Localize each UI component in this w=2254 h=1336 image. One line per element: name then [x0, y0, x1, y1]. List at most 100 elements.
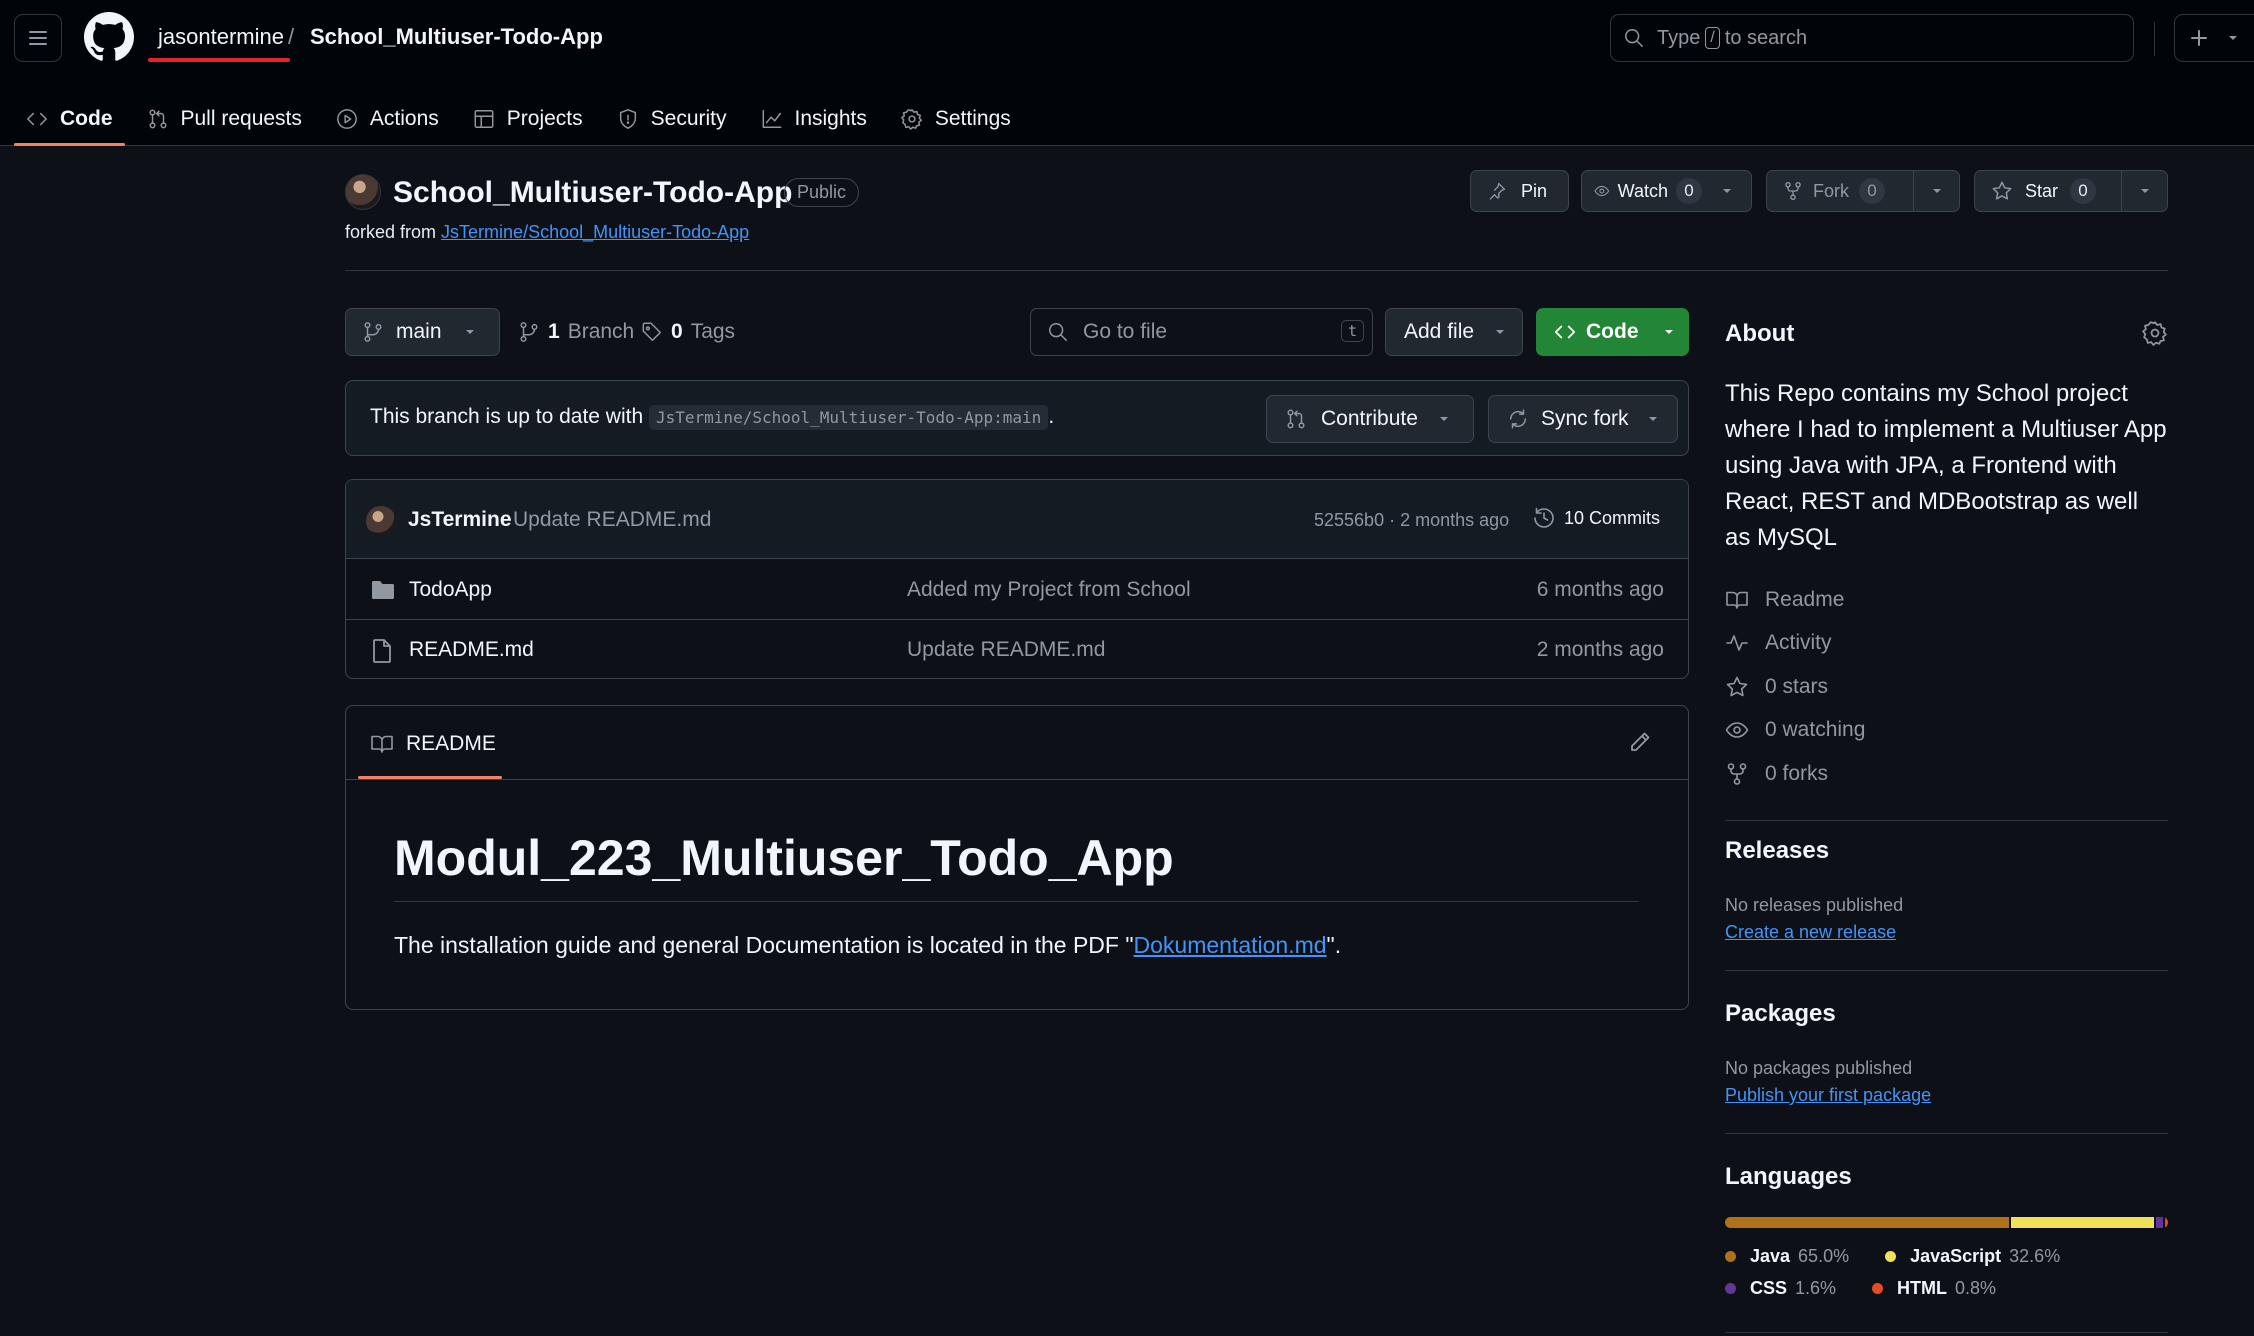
language-item-css[interactable]: CSS 1.6%: [1725, 1278, 1836, 1299]
fork-dropdown[interactable]: [1914, 185, 1959, 197]
tab-code[interactable]: Code: [14, 92, 125, 146]
sync-fork-button[interactable]: Sync fork: [1488, 395, 1678, 443]
triangle-down-icon: [2140, 189, 2149, 193]
about-description: This Repo contains my School project whe…: [1725, 380, 2167, 551]
sidebar-divider: [1725, 970, 2168, 971]
menu-button[interactable]: [14, 14, 62, 62]
triangle-down-icon: [1439, 417, 1448, 421]
releases-note: No releases published: [1725, 895, 1904, 915]
global-header: jasontermine / School_Multiuser-Todo-App…: [0, 0, 2254, 146]
tab-insights[interactable]: Insights: [749, 92, 879, 146]
branches-link[interactable]: 1 Branch: [518, 320, 634, 344]
readme-divider: [346, 779, 1688, 780]
commit-message-link[interactable]: Update README.md: [513, 508, 711, 532]
avatar[interactable]: [366, 506, 396, 536]
language-dot: [1885, 1251, 1897, 1262]
table-row[interactable]: TodoApp Added my Project from School 6 m…: [346, 560, 1688, 620]
publish-package-link[interactable]: Publish your first package: [1725, 1085, 1931, 1106]
repo-owner-avatar[interactable]: [345, 174, 381, 210]
about-stars-label: 0 stars: [1765, 674, 1829, 698]
create-new-button[interactable]: [2174, 14, 2254, 62]
releases-heading[interactable]: Releases: [1725, 837, 1829, 865]
star-dropdown[interactable]: [2122, 185, 2167, 197]
book-icon: [1726, 591, 1748, 609]
readme-tab[interactable]: README: [370, 732, 496, 756]
triangle-down-icon: [1496, 330, 1505, 334]
graph-icon: [762, 110, 781, 128]
branch-label: Branch: [567, 320, 635, 343]
branch-select-button[interactable]: main: [345, 308, 500, 356]
commit-author-link[interactable]: JsTermine: [408, 508, 512, 532]
packages-heading[interactable]: Packages: [1725, 1000, 1836, 1028]
language-item-html[interactable]: HTML 0.8%: [1872, 1278, 1996, 1299]
tab-settings[interactable]: Settings: [889, 92, 1023, 146]
file-browser: JsTermine Update README.md 52556b0 · 2 m…: [345, 479, 1689, 679]
folder-icon: [372, 581, 394, 599]
languages-legend-row-1: Java 65.0% JavaScript 32.6%: [1725, 1246, 2060, 1267]
contribute-label: Contribute: [1321, 407, 1418, 430]
title-divider: [345, 270, 2168, 271]
breadcrumb-owner-link[interactable]: jasontermine: [158, 24, 284, 50]
search-input[interactable]: Type / to search: [1610, 14, 2134, 62]
github-logo-icon[interactable]: [84, 12, 134, 62]
search-placeholder-prefix: Type: [1657, 26, 1701, 49]
pencil-icon[interactable]: [1628, 730, 1652, 754]
contribute-button[interactable]: Contribute: [1266, 395, 1474, 443]
language-percent: 0.8%: [1955, 1278, 1997, 1298]
tags-link[interactable]: 0 Tags: [641, 320, 735, 344]
tab-pull-requests[interactable]: Pull requests: [135, 92, 314, 146]
file-commit-message-link[interactable]: Added my Project from School: [907, 578, 1191, 602]
readme-doc-link[interactable]: Dokumentation.md: [1134, 932, 1327, 958]
file-name-link[interactable]: README.md: [409, 638, 534, 662]
star-button[interactable]: Star 0: [1975, 178, 2121, 204]
tab-actions[interactable]: Actions: [324, 92, 451, 146]
watch-dropdown[interactable]: [1702, 185, 1751, 197]
table-icon: [474, 110, 494, 128]
history-icon: [1534, 507, 1554, 528]
language-item-java[interactable]: Java 65.0%: [1725, 1246, 1849, 1267]
fork-icon: [1785, 182, 1801, 200]
breadcrumb-repo-link[interactable]: School_Multiuser-Todo-App: [310, 24, 603, 50]
language-dot: [1725, 1283, 1736, 1294]
list-item[interactable]: 0 watching: [1725, 709, 1865, 753]
add-file-button[interactable]: Add file: [1385, 308, 1523, 356]
tab-projects[interactable]: Projects: [461, 92, 595, 146]
repo-nav-tabs: Code Pull requests Actions Projects Secu…: [14, 92, 1033, 146]
fork-sync-status: This branch is up to date with JsTermine…: [345, 380, 1689, 456]
add-file-label: Add file: [1404, 320, 1475, 343]
sidebar-divider: [1725, 1133, 2168, 1134]
language-percent: 1.6%: [1795, 1278, 1837, 1298]
language-item-javascript[interactable]: JavaScript 32.6%: [1885, 1246, 2060, 1267]
create-release-link[interactable]: Create a new release: [1725, 922, 1896, 943]
book-icon: [371, 735, 393, 753]
fork-button[interactable]: Fork 0: [1767, 178, 1913, 204]
language-dot: [1872, 1283, 1884, 1294]
star-icon: [1992, 181, 2012, 200]
eye-icon: [1725, 722, 1749, 739]
language-name: JavaScript: [1910, 1246, 2002, 1266]
repo-title[interactable]: School_Multiuser-Todo-App: [393, 176, 792, 210]
forked-from-link[interactable]: JsTermine/School_Multiuser-Todo-App: [441, 222, 749, 242]
gear-icon[interactable]: [2142, 320, 2168, 346]
language-bar-segment: [1725, 1217, 2010, 1228]
code-button[interactable]: Code: [1536, 308, 1689, 356]
tag-icon: [642, 322, 661, 341]
commits-history-link[interactable]: 10 Commits: [1532, 506, 1660, 530]
go-to-file-input[interactable]: Go to file t: [1030, 308, 1373, 356]
language-dot: [1725, 1251, 1736, 1262]
file-name-link[interactable]: TodoApp: [409, 578, 492, 602]
commit-hash-date[interactable]: 52556b0 · 2 months ago: [1314, 510, 1509, 531]
tab-security[interactable]: Security: [605, 92, 739, 146]
pin-button[interactable]: Pin: [1470, 170, 1569, 212]
table-row[interactable]: README.md Update README.md 2 months ago: [346, 620, 1688, 678]
watch-button[interactable]: Watch 0: [1582, 178, 1702, 204]
tab-projects-label: Projects: [506, 107, 583, 130]
list-item[interactable]: Activity: [1725, 622, 1865, 666]
triangle-down-icon: [1722, 189, 1731, 193]
list-item[interactable]: 0 stars: [1725, 665, 1865, 709]
readme-text-before: The installation guide and general Docum…: [394, 932, 1134, 958]
list-item[interactable]: Readme: [1725, 578, 1865, 622]
commit-count-label: 10 Commits: [1564, 507, 1661, 528]
file-commit-message-link[interactable]: Update README.md: [907, 638, 1105, 662]
list-item[interactable]: 0 forks: [1725, 752, 1865, 796]
